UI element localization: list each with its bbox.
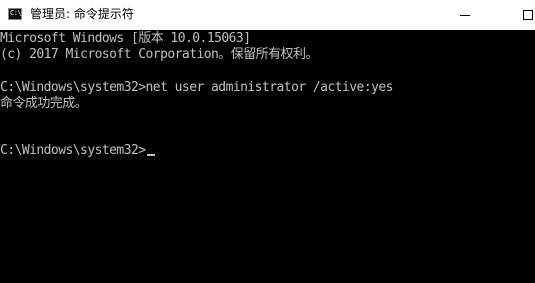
minimize-button[interactable]	[443, 0, 489, 30]
console-line-copyright: (c) 2017 Microsoft Corporation。保留所有权利。	[0, 47, 318, 62]
console-prompt-line[interactable]: C:\Windows\system32>	[0, 143, 155, 159]
console-output-area[interactable]: Microsoft Windows [版本 10.0.15063] (c) 20…	[0, 30, 535, 283]
window-title: 管理员: 命令提示符	[30, 7, 134, 21]
minimize-icon	[460, 15, 470, 16]
console-line-command: C:\Windows\system32>net user administrat…	[0, 80, 394, 95]
command-prompt-window: C:\ 管理员: 命令提示符 Microsoft Windows [版本 10.…	[0, 0, 535, 283]
text-cursor	[146, 154, 155, 156]
maximize-icon	[523, 10, 533, 20]
console-line-result: 命令成功完成。	[0, 96, 88, 111]
title-bar[interactable]: C:\ 管理员: 命令提示符	[0, 0, 535, 30]
cmd-icon[interactable]: C:\	[8, 8, 22, 20]
console-prompt: C:\Windows\system32>	[0, 143, 146, 158]
console-line-version: Microsoft Windows [版本 10.0.15063]	[0, 31, 251, 46]
maximize-button[interactable]	[489, 0, 535, 30]
cmd-icon-label: C:\	[10, 9, 22, 17]
